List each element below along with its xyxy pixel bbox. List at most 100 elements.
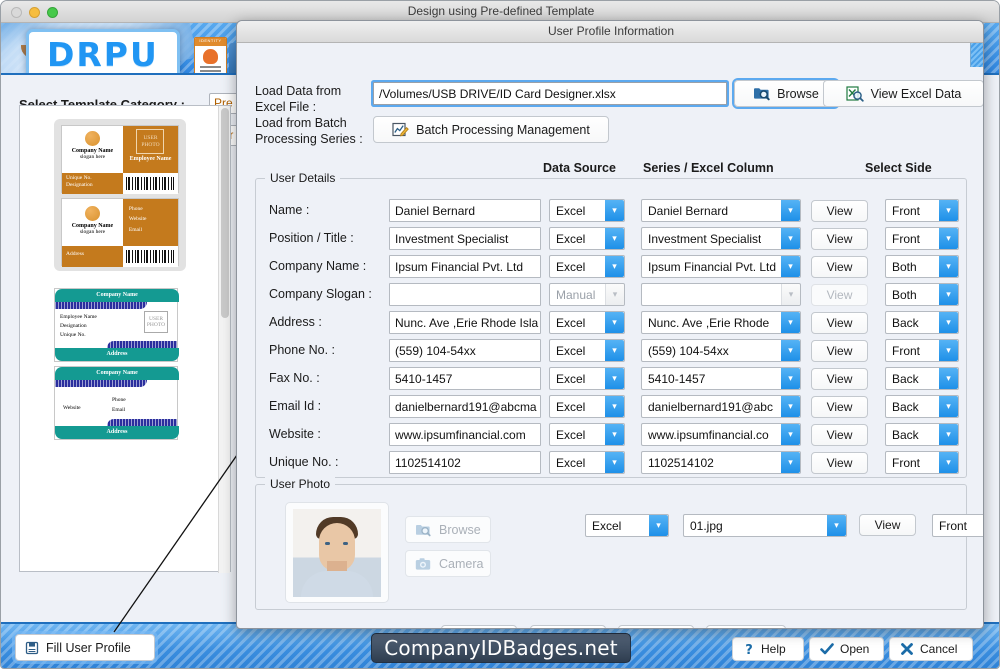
chevron-down-icon[interactable]: ▾ bbox=[605, 228, 624, 249]
chevron-down-icon[interactable]: ▾ bbox=[781, 340, 800, 361]
view-button-6[interactable]: View bbox=[811, 368, 868, 390]
series-combo-5[interactable]: (559) 104-54xx ▾ bbox=[641, 339, 801, 362]
excel-path-input[interactable]: /Volumes/USB DRIVE/ID Card Designer.xlsx bbox=[373, 82, 727, 105]
chevron-down-icon[interactable]: ▾ bbox=[939, 312, 958, 333]
field-input-2[interactable]: Ipsum Financial Pvt. Ltd bbox=[389, 255, 541, 278]
preview-scrollbar-thumb[interactable] bbox=[221, 108, 229, 318]
select-side-combo-9[interactable]: Front ▾ bbox=[885, 451, 959, 474]
data-source-combo-7[interactable]: Excel ▾ bbox=[549, 395, 625, 418]
preview-scrollbar[interactable] bbox=[218, 106, 230, 573]
data-source-combo-6[interactable]: Excel ▾ bbox=[549, 367, 625, 390]
data-source-combo-2[interactable]: Excel ▾ bbox=[549, 255, 625, 278]
chevron-down-icon[interactable]: ▾ bbox=[939, 256, 958, 277]
photo-view-button[interactable]: View bbox=[859, 514, 916, 536]
template-preview-panel[interactable]: Company Name slogan here USER PHOTO Empl… bbox=[19, 105, 231, 573]
template-thumbnail-orange[interactable]: Company Name slogan here USER PHOTO Empl… bbox=[54, 119, 186, 271]
field-input-1[interactable]: Investment Specialist bbox=[389, 227, 541, 250]
chevron-down-icon[interactable]: ▾ bbox=[939, 424, 958, 445]
view-button-5[interactable]: View bbox=[811, 340, 868, 362]
data-source-combo-0[interactable]: Excel ▾ bbox=[549, 199, 625, 222]
field-input-5[interactable]: (559) 104-54xx bbox=[389, 339, 541, 362]
photo-data-source-combo[interactable]: Excel ▾ bbox=[585, 514, 669, 537]
chevron-down-icon[interactable]: ▾ bbox=[605, 284, 624, 305]
dialog-help-button[interactable]: ? Help bbox=[530, 625, 606, 628]
chevron-down-icon[interactable]: ▾ bbox=[939, 200, 958, 221]
series-combo-8[interactable]: www.ipsumfinancial.co ▾ bbox=[641, 423, 801, 446]
select-side-combo-5[interactable]: Front ▾ bbox=[885, 339, 959, 362]
data-source-combo-4[interactable]: Excel ▾ bbox=[549, 311, 625, 334]
chevron-down-icon[interactable]: ▾ bbox=[605, 312, 624, 333]
data-source-combo-3[interactable]: Manual ▾ bbox=[549, 283, 625, 306]
field-input-8[interactable]: www.ipsumfinancial.com bbox=[389, 423, 541, 446]
ok-button[interactable]: OK bbox=[618, 625, 694, 628]
chevron-down-icon[interactable]: ▾ bbox=[781, 284, 800, 305]
chevron-down-icon[interactable]: ▾ bbox=[649, 515, 668, 536]
field-input-9[interactable]: 1102514102 bbox=[389, 451, 541, 474]
chevron-down-icon[interactable]: ▾ bbox=[605, 452, 624, 473]
view-button-1[interactable]: View bbox=[811, 228, 868, 250]
chevron-down-icon[interactable]: ▾ bbox=[781, 256, 800, 277]
chevron-down-icon[interactable]: ▾ bbox=[605, 424, 624, 445]
chevron-down-icon[interactable]: ▾ bbox=[781, 424, 800, 445]
data-source-combo-5[interactable]: Excel ▾ bbox=[549, 339, 625, 362]
view-button-8[interactable]: View bbox=[811, 424, 868, 446]
select-side-combo-2[interactable]: Both ▾ bbox=[885, 255, 959, 278]
select-side-combo-8[interactable]: Back ▾ bbox=[885, 423, 959, 446]
field-input-7[interactable]: danielbernard191@abcma bbox=[389, 395, 541, 418]
chevron-down-icon[interactable]: ▾ bbox=[781, 368, 800, 389]
cancel-button-main[interactable]: Cancel bbox=[889, 637, 973, 661]
select-side-combo-3[interactable]: Both ▾ bbox=[885, 283, 959, 306]
chevron-down-icon[interactable]: ▾ bbox=[781, 452, 800, 473]
chevron-down-icon[interactable]: ▾ bbox=[605, 396, 624, 417]
batch-processing-management-button[interactable]: Batch Processing Management bbox=[373, 116, 609, 143]
view-button-9[interactable]: View bbox=[811, 452, 868, 474]
field-input-6[interactable]: 5410-1457 bbox=[389, 367, 541, 390]
select-side-combo-1[interactable]: Front ▾ bbox=[885, 227, 959, 250]
view-button-7[interactable]: View bbox=[811, 396, 868, 418]
chevron-down-icon[interactable]: ▾ bbox=[781, 396, 800, 417]
photo-series-combo[interactable]: 01.jpg ▾ bbox=[683, 514, 847, 537]
photo-side-combo[interactable]: Front ▾ bbox=[932, 514, 983, 537]
select-side-combo-4[interactable]: Back ▾ bbox=[885, 311, 959, 334]
view-button-4[interactable]: View bbox=[811, 312, 868, 334]
chevron-down-icon[interactable]: ▾ bbox=[605, 256, 624, 277]
close-button[interactable]: Close bbox=[706, 625, 786, 628]
select-side-combo-0[interactable]: Front ▾ bbox=[885, 199, 959, 222]
select-side-combo-6[interactable]: Back ▾ bbox=[885, 367, 959, 390]
series-combo-3[interactable]: ▾ bbox=[641, 283, 801, 306]
chevron-down-icon[interactable]: ▾ bbox=[605, 340, 624, 361]
template-thumbnail-teal[interactable]: Company Name Employee Name Designation U… bbox=[54, 288, 186, 450]
chevron-down-icon[interactable]: ▾ bbox=[939, 228, 958, 249]
chevron-down-icon[interactable]: ▾ bbox=[605, 368, 624, 389]
chevron-down-icon[interactable]: ▾ bbox=[939, 396, 958, 417]
series-combo-0[interactable]: Daniel Bernard ▾ bbox=[641, 199, 801, 222]
field-input-3[interactable] bbox=[389, 283, 541, 306]
series-combo-9[interactable]: 1102514102 ▾ bbox=[641, 451, 801, 474]
series-combo-1[interactable]: Investment Specialist ▾ bbox=[641, 227, 801, 250]
field-input-4[interactable]: Nunc. Ave ,Erie Rhode Isla bbox=[389, 311, 541, 334]
chevron-down-icon[interactable]: ▾ bbox=[827, 515, 846, 536]
user-photo-preview[interactable] bbox=[285, 502, 389, 603]
fill-user-profile-button[interactable]: Fill User Profile bbox=[15, 634, 155, 661]
data-source-combo-1[interactable]: Excel ▾ bbox=[549, 227, 625, 250]
view-excel-data-button[interactable]: View Excel Data bbox=[823, 80, 983, 107]
series-combo-2[interactable]: Ipsum Financial Pvt. Ltd ▾ bbox=[641, 255, 801, 278]
photo-browse-button[interactable]: Browse bbox=[405, 516, 491, 543]
chevron-down-icon[interactable]: ▾ bbox=[781, 200, 800, 221]
series-combo-7[interactable]: danielbernard191@abc ▾ bbox=[641, 395, 801, 418]
chevron-down-icon[interactable]: ▾ bbox=[605, 200, 624, 221]
series-combo-4[interactable]: Nunc. Ave ,Erie Rhode ▾ bbox=[641, 311, 801, 334]
chevron-down-icon[interactable]: ▾ bbox=[781, 228, 800, 249]
open-button-main[interactable]: Open bbox=[809, 637, 884, 661]
chevron-down-icon[interactable]: ▾ bbox=[939, 284, 958, 305]
chevron-down-icon[interactable]: ▾ bbox=[939, 368, 958, 389]
data-source-combo-9[interactable]: Excel ▾ bbox=[549, 451, 625, 474]
view-button-2[interactable]: View bbox=[811, 256, 868, 278]
data-source-combo-8[interactable]: Excel ▾ bbox=[549, 423, 625, 446]
view-button-3[interactable]: View bbox=[811, 284, 868, 306]
field-input-0[interactable]: Daniel Bernard bbox=[389, 199, 541, 222]
series-combo-6[interactable]: 5410-1457 ▾ bbox=[641, 367, 801, 390]
select-side-combo-7[interactable]: Back ▾ bbox=[885, 395, 959, 418]
view-button-0[interactable]: View bbox=[811, 200, 868, 222]
help-button-main[interactable]: ? Help bbox=[732, 637, 804, 661]
